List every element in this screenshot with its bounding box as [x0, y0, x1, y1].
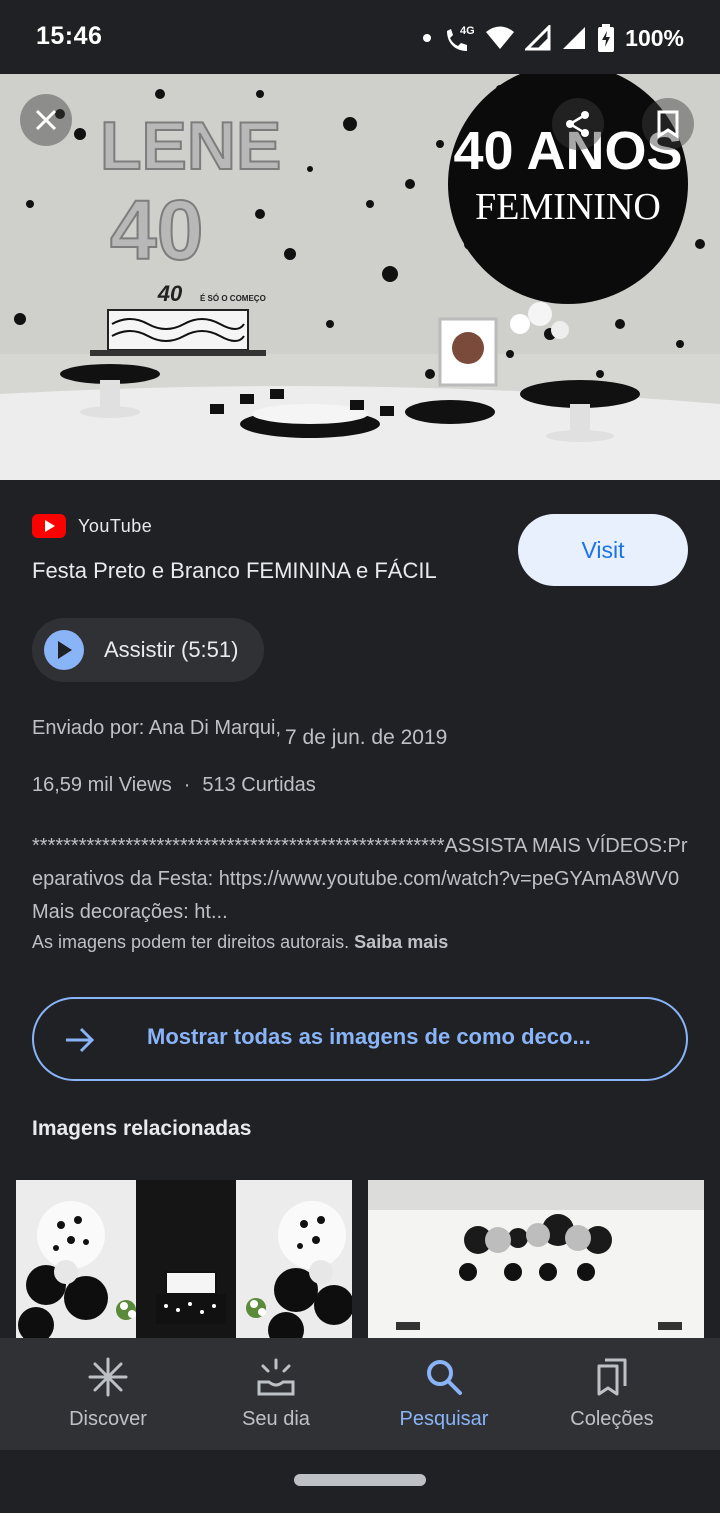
hero-cake-topper: 40	[157, 281, 183, 306]
hero-badge-line2: FEMININO	[475, 186, 661, 228]
bottom-navigation: Discover Seu dia Pesquisar Coleções	[0, 1338, 720, 1450]
battery-percent: 100%	[625, 24, 684, 51]
asterisk-icon	[88, 1357, 128, 1397]
status-time: 15:46	[36, 22, 103, 50]
copyright-notice: As imagens podem ter direitos autorais. …	[32, 932, 448, 953]
nav-colecoes[interactable]: Coleções	[528, 1338, 696, 1450]
uploaded-date: 7 de jun. de 2019	[285, 726, 448, 749]
network-type: 4G	[460, 25, 475, 37]
show-all-images-button[interactable]: Mostrar todas as imagens de como deco...	[32, 997, 688, 1081]
copyright-text: As imagens podem ter direitos autorais.	[32, 932, 350, 952]
hero-text-age: 40	[110, 183, 203, 277]
arrow-right-icon	[66, 1027, 95, 1053]
description-text: ****************************************…	[32, 835, 688, 923]
youtube-icon	[32, 514, 66, 538]
nav-seu-dia[interactable]: Seu dia	[192, 1338, 360, 1450]
show-all-label: Mostrar todas as imagens de como deco...	[147, 1024, 591, 1049]
bookmark-button[interactable]	[642, 98, 694, 150]
gesture-bar	[0, 1450, 720, 1513]
nav-label-pesquisar: Pesquisar	[399, 1408, 489, 1430]
share-icon	[566, 111, 589, 137]
uploaded-by: Enviado por: Ana Di Marqui,	[32, 717, 282, 739]
visit-button[interactable]: Visit	[518, 514, 688, 586]
related-image-2[interactable]	[368, 1180, 704, 1338]
uploaded-info: Enviado por: Ana Di Marqui, 7 de jun. de …	[32, 716, 447, 749]
views-count: 16,59 mil Views	[32, 774, 172, 796]
separator-dot: ·	[183, 774, 191, 796]
nav-pesquisar[interactable]: Pesquisar	[360, 1338, 528, 1450]
hero-cake-topper-small: É SÓ O COMEÇO	[200, 294, 266, 303]
learn-more-link[interactable]: Saiba mais	[354, 932, 448, 952]
bookmark-icon	[657, 110, 679, 139]
likes-count: 513 Curtidas	[202, 774, 316, 796]
status-icons: 4G 100%	[423, 22, 684, 54]
nav-label-seu-dia: Seu dia	[242, 1408, 310, 1430]
call-4g-icon: 4G	[447, 25, 475, 51]
close-icon	[35, 109, 57, 131]
watch-label: Assistir (5:51)	[104, 637, 239, 662]
related-image-1[interactable]	[16, 1180, 352, 1338]
related-heading: Imagens relacionadas	[32, 1117, 252, 1140]
hero-image[interactable]: LENE 40 40 ANOS FEMININO 40 É SÓ O COMEÇ…	[0, 74, 720, 480]
home-gesture-handle[interactable]	[294, 1474, 426, 1486]
notification-dot-icon	[423, 34, 432, 42]
signal-icon-2	[563, 27, 586, 49]
collections-icon	[597, 1358, 627, 1396]
signal-icon	[525, 25, 551, 51]
sunrise-icon	[257, 1358, 295, 1396]
source-name: YouTube	[78, 515, 153, 536]
source-row[interactable]: YouTube	[32, 514, 152, 538]
search-icon	[427, 1360, 462, 1395]
page-title[interactable]: Festa Preto e Branco FEMININA e FÁCIL	[32, 558, 437, 584]
hero-text-name: LENE	[100, 108, 281, 184]
share-button[interactable]	[552, 98, 604, 150]
nav-discover[interactable]: Discover	[24, 1338, 192, 1450]
wifi-icon	[486, 26, 515, 49]
close-button[interactable]	[20, 94, 72, 146]
stats-row: 16,59 mil Views · 513 Curtidas	[32, 774, 316, 797]
status-bar: 15:46 4G 100%	[0, 0, 720, 74]
nav-label-discover: Discover	[69, 1408, 147, 1430]
play-icon	[44, 630, 84, 670]
watch-button[interactable]: Assistir (5:51)	[32, 618, 265, 682]
battery-charging-icon	[598, 24, 615, 52]
nav-label-colecoes: Coleções	[570, 1408, 654, 1430]
